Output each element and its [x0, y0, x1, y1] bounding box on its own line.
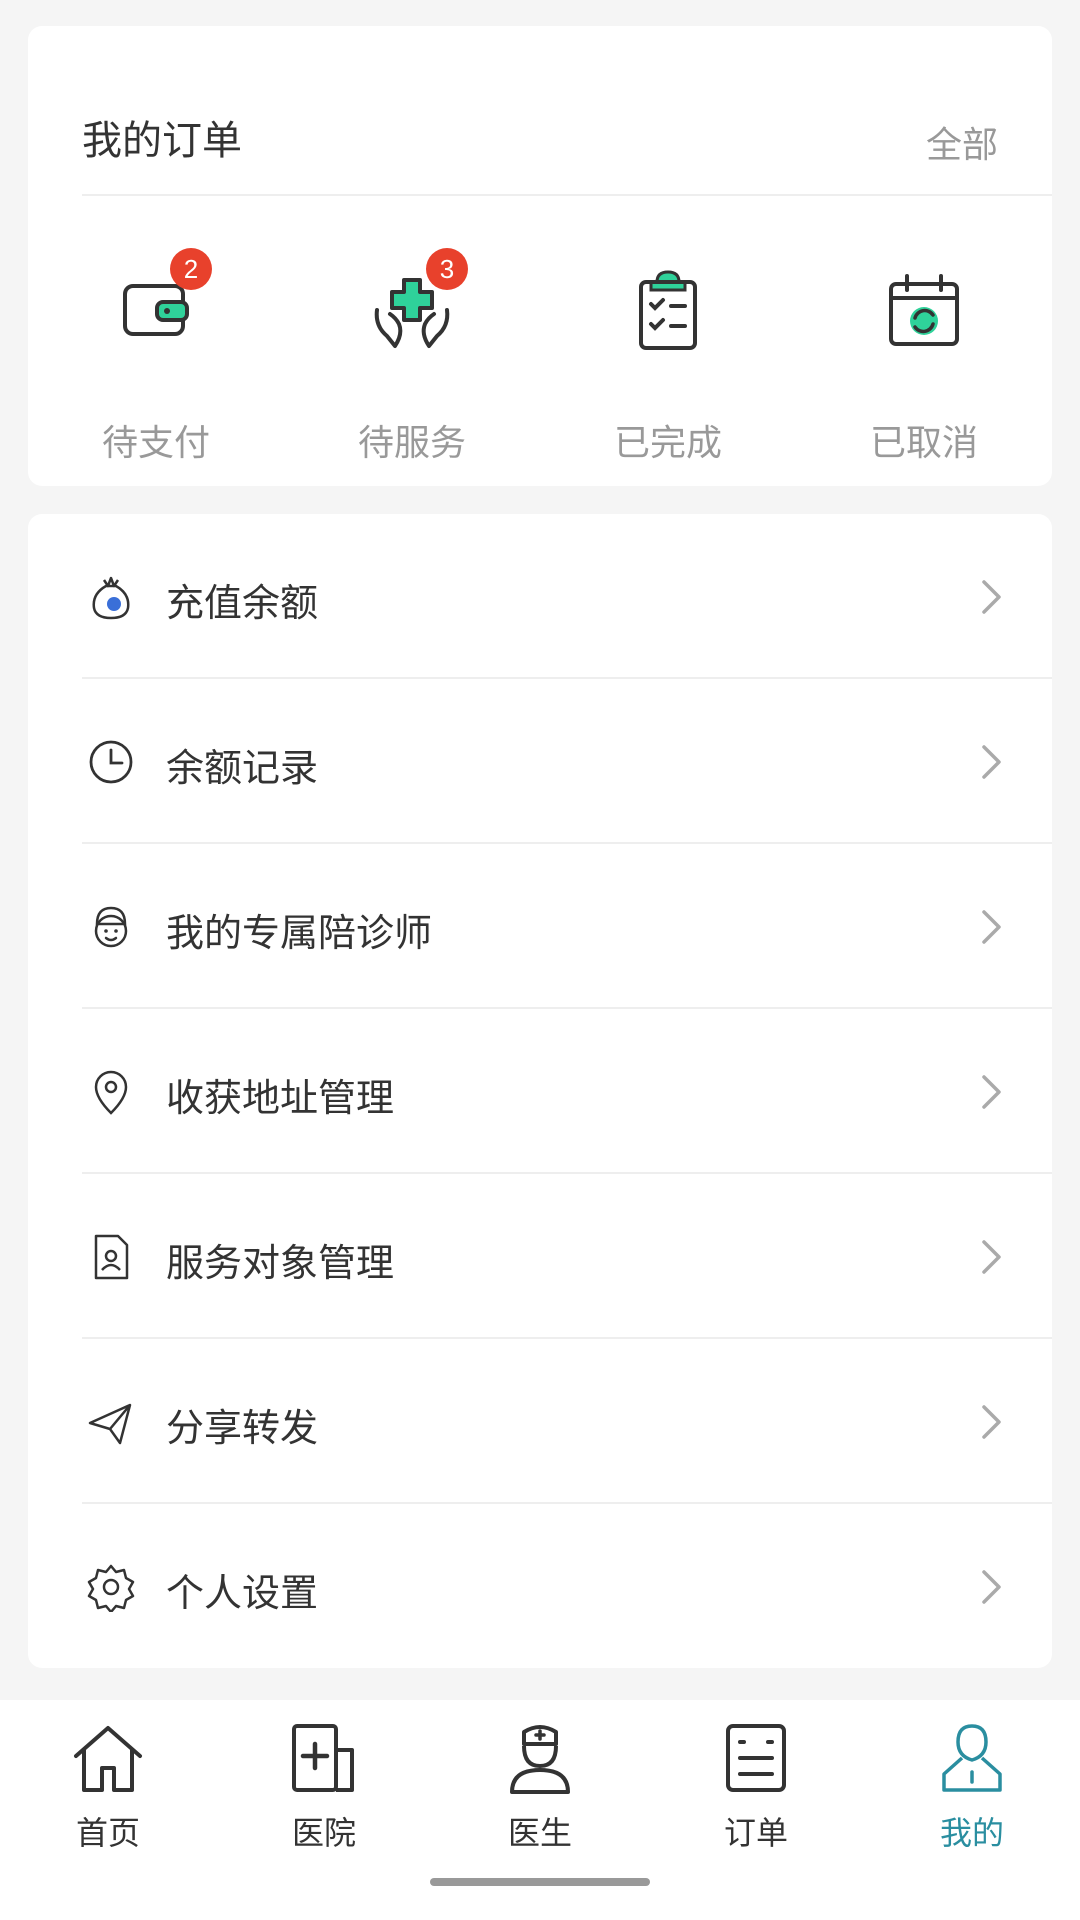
tab-doctor[interactable]: 医生 — [432, 1700, 648, 1851]
menu-item-address-management[interactable]: 收获地址管理 — [28, 1009, 1052, 1174]
money-bag-icon — [86, 572, 136, 622]
chevron-right-icon — [982, 1405, 1001, 1439]
tab-label: 订单 — [723, 1815, 788, 1851]
chevron-right-icon — [982, 1240, 1001, 1274]
order-count-badge: 2 — [170, 248, 212, 290]
chevron-right-icon — [982, 1570, 1001, 1604]
tab-orders[interactable]: 订单 — [648, 1700, 864, 1851]
menu-card: 充值余额 余额记录 我的专属陪诊师 收获地址管理 服务对象管理 分享转发 个人设… — [28, 514, 1052, 1668]
order-status-label: 待支付 — [101, 422, 210, 463]
orders-card: 我的订单 全部 2 待支付 3 待服务 已完成 已取消 — [28, 26, 1052, 486]
tab-mine[interactable]: 我的 — [864, 1700, 1080, 1851]
tab-label: 首页 — [75, 1815, 140, 1851]
hospital-icon — [286, 1720, 362, 1796]
tab-label: 医生 — [507, 1815, 572, 1851]
gear-icon — [86, 1562, 136, 1614]
menu-item-label: 服务对象管理 — [166, 1243, 395, 1285]
clock-icon — [86, 737, 136, 787]
nurse-face-icon — [86, 902, 136, 952]
view-all-orders-link[interactable]: 全部 — [926, 116, 998, 168]
order-status-label: 待服务 — [357, 422, 466, 463]
menu-item-personal-settings[interactable]: 个人设置 — [28, 1504, 1052, 1669]
tab-hospital[interactable]: 医院 — [216, 1700, 432, 1851]
order-status-row: 2 待支付 3 待服务 已完成 已取消 — [28, 226, 1052, 466]
menu-item-label: 我的专属陪诊师 — [166, 913, 433, 955]
tab-home[interactable]: 首页 — [0, 1700, 216, 1851]
menu-item-service-recipient-management[interactable]: 服务对象管理 — [28, 1174, 1052, 1339]
order-status-completed[interactable]: 已完成 — [540, 226, 796, 466]
order-status-label: 已完成 — [613, 422, 722, 463]
menu-item-label: 充值余额 — [166, 583, 319, 625]
menu-item-recharge-balance[interactable]: 充值余额 — [28, 514, 1052, 679]
home-icon — [70, 1720, 146, 1796]
orders-title: 我的订单 — [82, 119, 242, 163]
order-status-pending-service[interactable]: 3 待服务 — [284, 226, 540, 466]
chevron-right-icon — [982, 580, 1001, 614]
order-status-cancelled[interactable]: 已取消 — [796, 226, 1052, 466]
checklist-icon — [623, 266, 713, 356]
menu-item-label: 个人设置 — [166, 1573, 319, 1615]
chevron-right-icon — [982, 910, 1001, 944]
order-status-label: 已取消 — [869, 422, 978, 463]
order-count-badge: 3 — [426, 248, 468, 290]
location-pin-icon — [86, 1067, 136, 1117]
menu-item-share[interactable]: 分享转发 — [28, 1339, 1052, 1504]
chevron-right-icon — [982, 1075, 1001, 1109]
paper-plane-icon — [86, 1397, 136, 1447]
tab-label: 我的 — [939, 1815, 1004, 1851]
home-indicator[interactable] — [430, 1878, 650, 1886]
menu-item-label: 余额记录 — [166, 748, 319, 790]
chevron-right-icon — [982, 745, 1001, 779]
tab-label: 医院 — [291, 1815, 356, 1851]
order-list-icon — [718, 1720, 794, 1796]
profile-icon — [934, 1720, 1010, 1796]
menu-item-balance-records[interactable]: 余额记录 — [28, 679, 1052, 844]
menu-item-label: 分享转发 — [166, 1408, 319, 1450]
order-status-pending-payment[interactable]: 2 待支付 — [28, 226, 284, 466]
menu-item-label: 收获地址管理 — [166, 1078, 395, 1120]
calendar-refresh-icon — [879, 266, 969, 356]
divider — [82, 194, 1052, 196]
doctor-icon — [502, 1720, 578, 1796]
orders-header: 我的订单 全部 — [28, 26, 1052, 196]
bottom-tab-bar: 首页 医院 医生 订单 我的 — [0, 1700, 1080, 1920]
menu-item-my-escort[interactable]: 我的专属陪诊师 — [28, 844, 1052, 1009]
person-document-icon — [86, 1232, 136, 1282]
